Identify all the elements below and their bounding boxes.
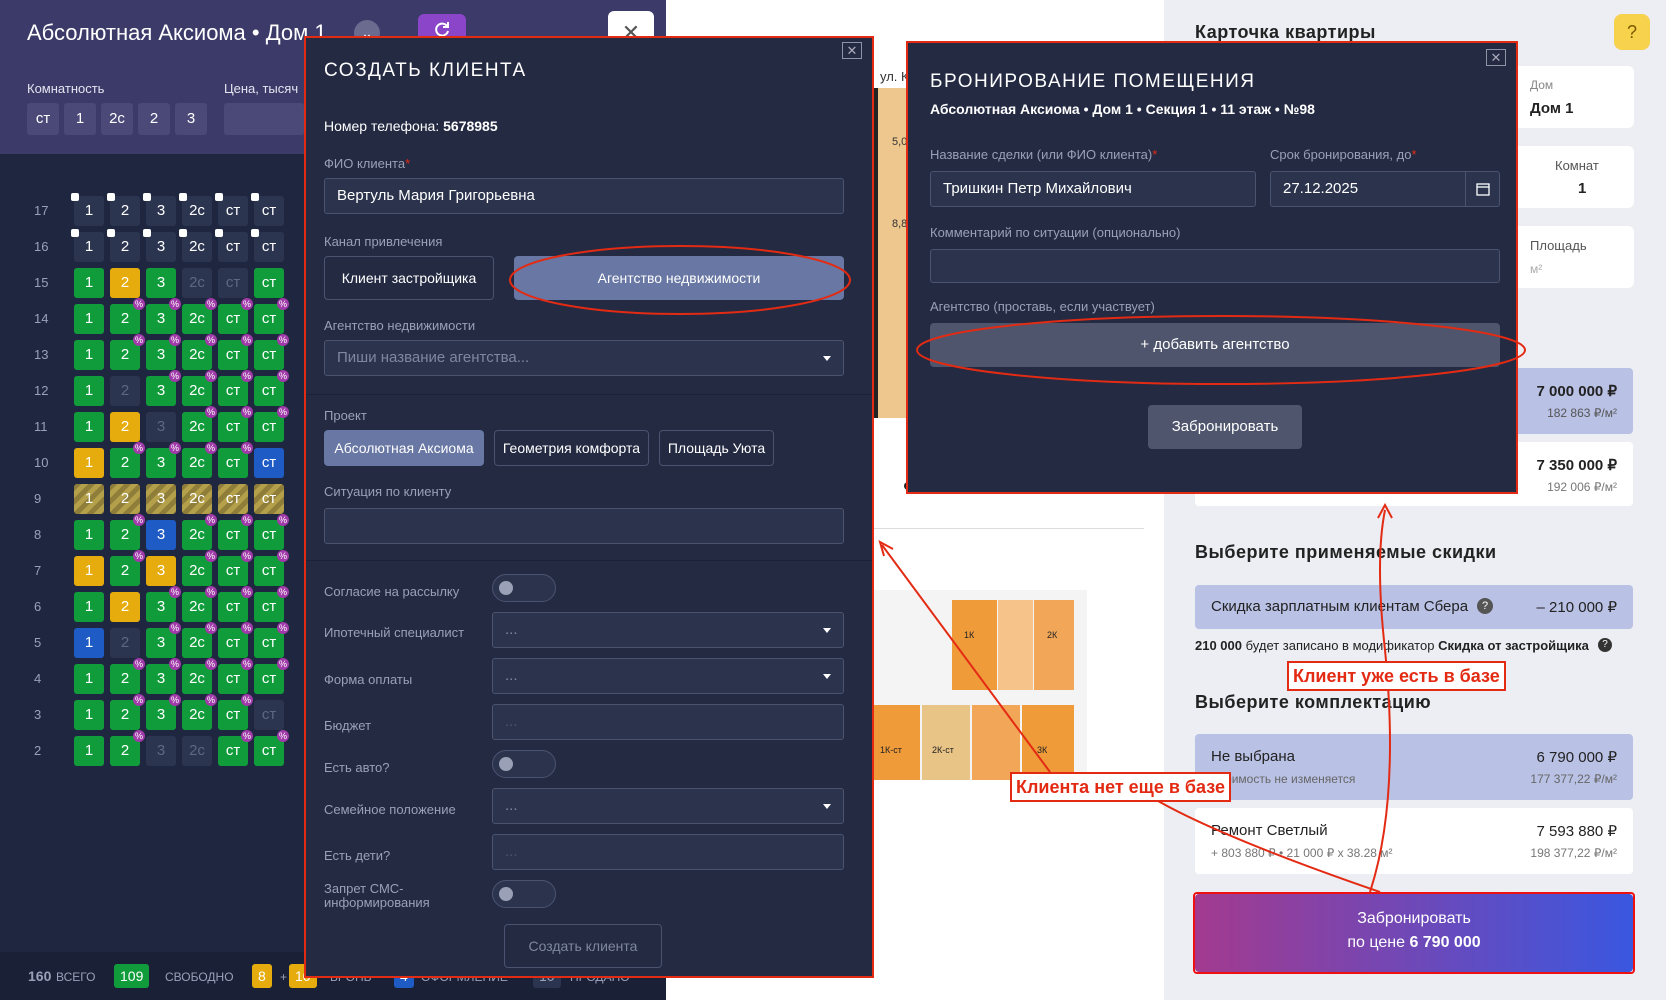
arrow-line xyxy=(1369,509,1391,893)
highlight-ellipse xyxy=(916,315,1526,385)
annotation-client-new: Клиента нет еще в базе xyxy=(1010,772,1232,802)
arrow-line xyxy=(881,544,1051,773)
arrow-line xyxy=(1139,789,1381,893)
arrow-head xyxy=(878,539,894,557)
annotation-overlay xyxy=(509,245,1526,893)
annotation-client-exists: Клиент уже есть в базе xyxy=(1287,661,1506,691)
highlight-ellipse xyxy=(509,245,851,315)
screen: Абсолютная Аксиома • Дом 1 ⌄ ✕ Комнатнос… xyxy=(0,0,1666,1000)
